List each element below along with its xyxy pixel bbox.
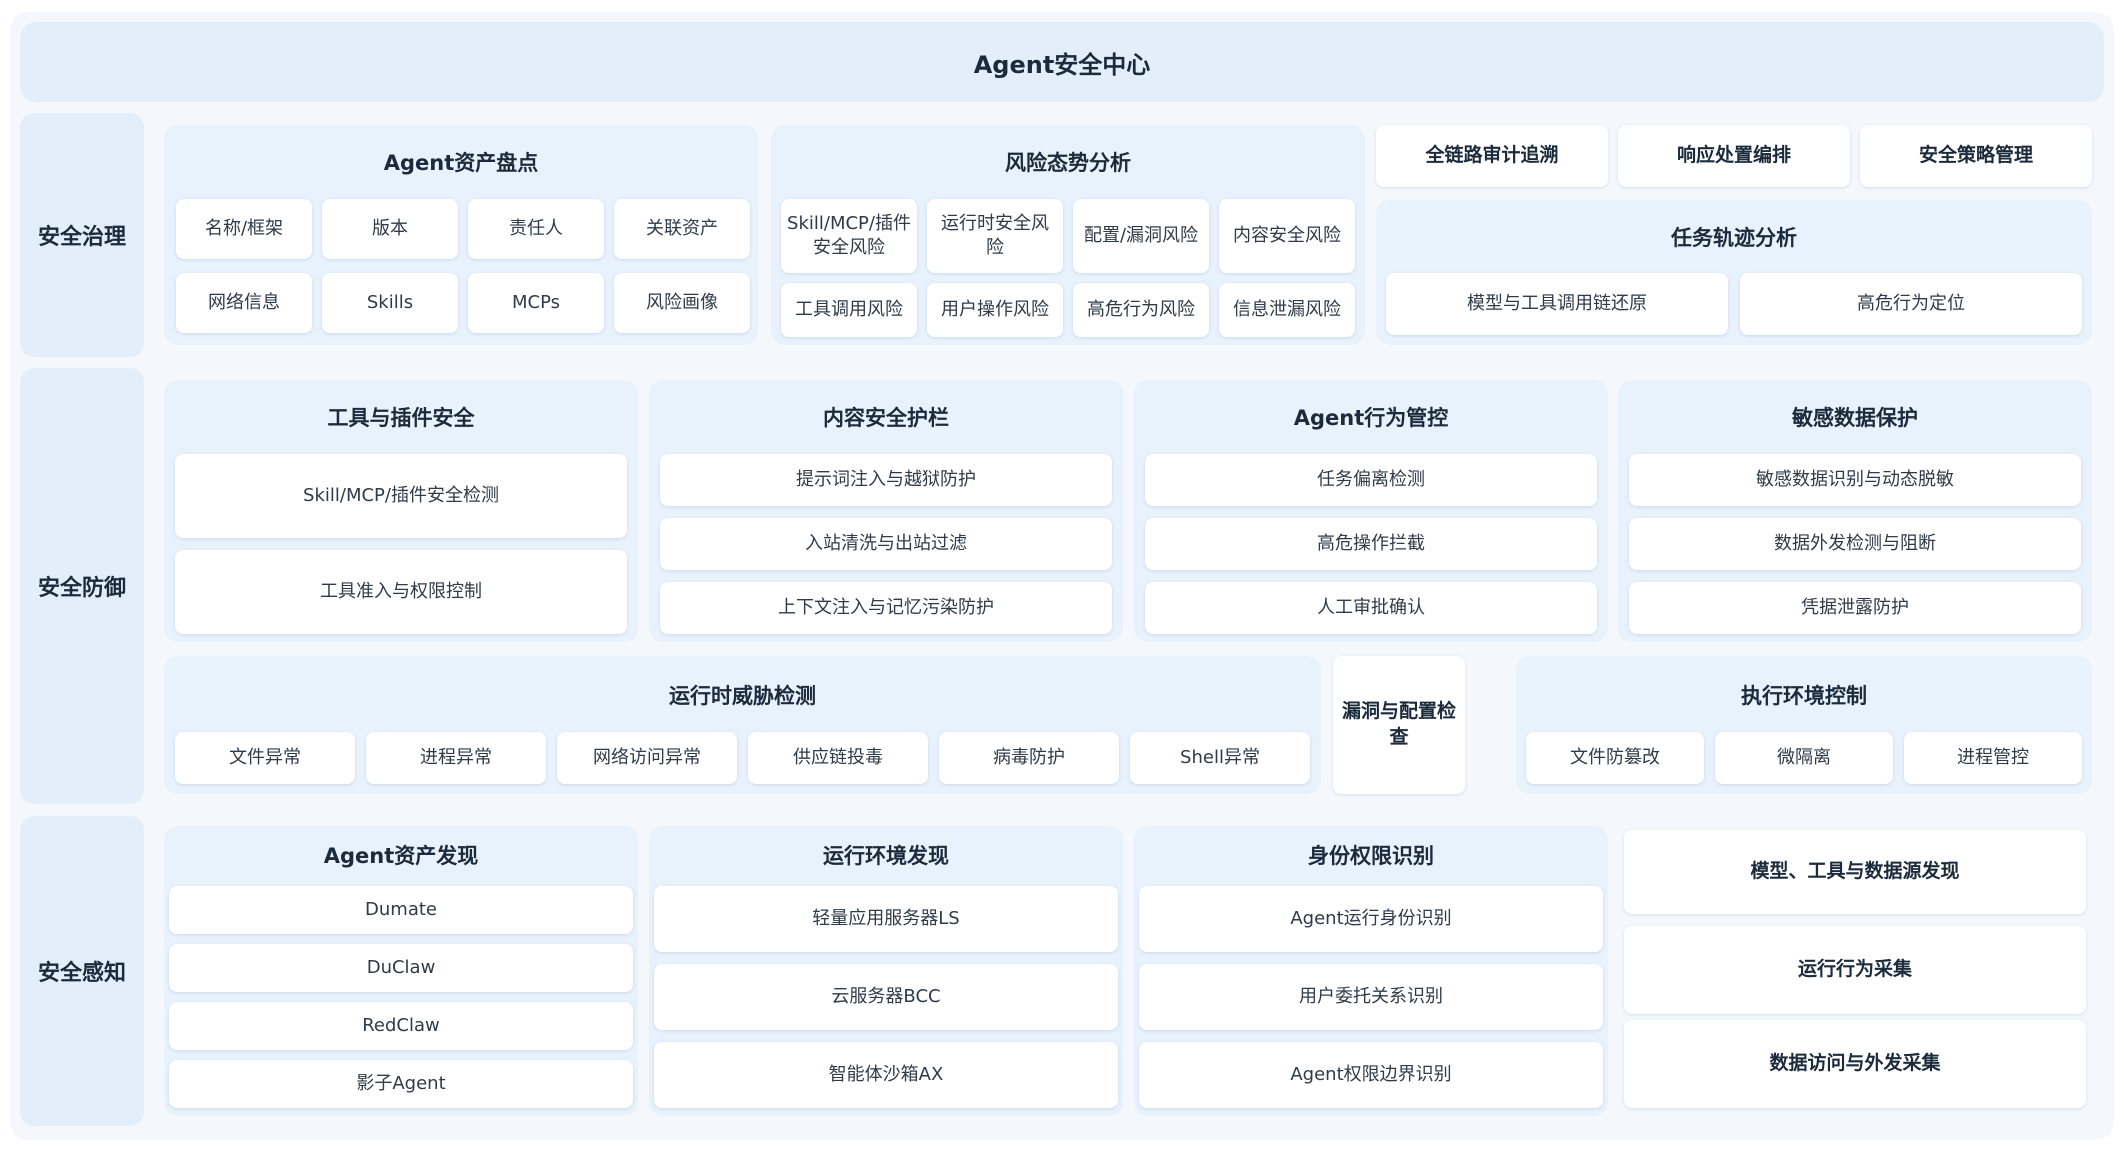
- tool-plugin-security-panel: 工具与插件安全 Skill/MCP/插件安全检测 工具准入与权限控制: [164, 380, 638, 642]
- behavior-item[interactable]: 高危操作拦截: [1145, 518, 1597, 570]
- asset-item[interactable]: Skills: [322, 273, 458, 333]
- runtime-behavior-collect-button[interactable]: 运行行为采集: [1624, 926, 2086, 1014]
- discovery-item[interactable]: Dumate: [169, 886, 633, 934]
- content-guard-item[interactable]: 入站清洗与出站过滤: [660, 518, 1112, 570]
- risk-item[interactable]: 高危行为风险: [1073, 283, 1209, 337]
- asset-discovery-panel: Agent资产发现 Dumate DuClaw RedClaw 影子Agent: [164, 826, 638, 1116]
- risk-item[interactable]: 配置/漏洞风险: [1073, 199, 1209, 273]
- env-discovery-panel: 运行环境发现 轻量应用服务器LS 云服务器BCC 智能体沙箱AX: [649, 826, 1123, 1116]
- asset-item[interactable]: 网络信息: [176, 273, 312, 333]
- behavior-control-panel: Agent行为管控 任务偏离检测 高危操作拦截 人工审批确认: [1134, 380, 1608, 642]
- policy-management-button[interactable]: 安全策略管理: [1860, 125, 2092, 187]
- sensitive-data-panel: 敏感数据保护 敏感数据识别与动态脱敏 数据外发检测与阻断 凭据泄露防护: [1618, 380, 2092, 642]
- audit-trace-button[interactable]: 全链路审计追溯: [1376, 125, 1608, 187]
- asset-discovery-title: Agent资产发现: [323, 844, 479, 868]
- runtime-threat-item[interactable]: 进程异常: [366, 732, 546, 784]
- risk-posture-panel: 风险态势分析 Skill/MCP/插件安全风险 运行时安全风险 配置/漏洞风险 …: [771, 125, 1365, 345]
- page-title: Agent安全中心: [20, 22, 2104, 102]
- identity-panel: 身份权限识别 Agent运行身份识别 用户委托关系识别 Agent权限边界识别: [1134, 826, 1608, 1116]
- runtime-threat-panel: 运行时威胁检测 文件异常 进程异常 网络访问异常 供应链投毒 病毒防护 Shel…: [164, 656, 1321, 794]
- task-trace-title: 任务轨迹分析: [1671, 226, 1797, 250]
- perception-label: 安全感知: [20, 816, 144, 1126]
- identity-item[interactable]: 用户委托关系识别: [1139, 964, 1603, 1030]
- runtime-threat-title: 运行时威胁检测: [669, 684, 816, 708]
- vuln-config-check-button[interactable]: 漏洞与配置检查: [1333, 656, 1465, 794]
- env-discovery-item[interactable]: 云服务器BCC: [654, 964, 1118, 1030]
- discovery-item[interactable]: RedClaw: [169, 1002, 633, 1050]
- identity-title: 身份权限识别: [1308, 844, 1434, 868]
- asset-item[interactable]: 名称/框架: [176, 199, 312, 259]
- exec-env-control-title: 执行环境控制: [1741, 684, 1867, 708]
- sensitive-item[interactable]: 数据外发检测与阻断: [1629, 518, 2081, 570]
- asset-item[interactable]: 版本: [322, 199, 458, 259]
- risk-item[interactable]: 运行时安全风险: [927, 199, 1063, 273]
- runtime-threat-item[interactable]: 网络访问异常: [557, 732, 737, 784]
- exec-env-item[interactable]: 文件防篡改: [1526, 732, 1704, 784]
- env-discovery-item[interactable]: 智能体沙箱AX: [654, 1042, 1118, 1108]
- task-trace-panel: 任务轨迹分析 模型与工具调用链还原 高危行为定位: [1376, 200, 2092, 345]
- data-access-egress-collect-button[interactable]: 数据访问与外发采集: [1624, 1020, 2086, 1108]
- defense-label: 安全防御: [20, 368, 144, 804]
- discovery-item[interactable]: 影子Agent: [169, 1060, 633, 1108]
- trace-item[interactable]: 模型与工具调用链还原: [1386, 273, 1728, 335]
- tool-security-item[interactable]: 工具准入与权限控制: [175, 550, 627, 634]
- risk-item[interactable]: Skill/MCP/插件安全风险: [781, 199, 917, 273]
- runtime-threat-item[interactable]: Shell异常: [1130, 732, 1310, 784]
- identity-item[interactable]: Agent运行身份识别: [1139, 886, 1603, 952]
- exec-env-item[interactable]: 进程管控: [1904, 732, 2082, 784]
- sensitive-data-title: 敏感数据保护: [1792, 406, 1918, 430]
- tool-security-item[interactable]: Skill/MCP/插件安全检测: [175, 454, 627, 538]
- content-guard-item[interactable]: 提示词注入与越狱防护: [660, 454, 1112, 506]
- runtime-threat-item[interactable]: 供应链投毒: [748, 732, 928, 784]
- exec-env-control-panel: 执行环境控制 文件防篡改 微隔离 进程管控: [1516, 656, 2092, 794]
- env-discovery-title: 运行环境发现: [823, 844, 949, 868]
- identity-item[interactable]: Agent权限边界识别: [1139, 1042, 1603, 1108]
- governance-label: 安全治理: [20, 113, 144, 357]
- asset-item[interactable]: 关联资产: [614, 199, 750, 259]
- env-discovery-item[interactable]: 轻量应用服务器LS: [654, 886, 1118, 952]
- behavior-control-title: Agent行为管控: [1293, 406, 1449, 430]
- sensitive-item[interactable]: 凭据泄露防护: [1629, 582, 2081, 634]
- behavior-item[interactable]: 人工审批确认: [1145, 582, 1597, 634]
- content-guardrail-panel: 内容安全护栏 提示词注入与越狱防护 入站清洗与出站过滤 上下文注入与记忆污染防护: [649, 380, 1123, 642]
- asset-item[interactable]: 风险画像: [614, 273, 750, 333]
- content-guard-item[interactable]: 上下文注入与记忆污染防护: [660, 582, 1112, 634]
- runtime-threat-item[interactable]: 病毒防护: [939, 732, 1119, 784]
- risk-item[interactable]: 信息泄漏风险: [1219, 283, 1355, 337]
- asset-item[interactable]: MCPs: [468, 273, 604, 333]
- response-orchestration-button[interactable]: 响应处置编排: [1618, 125, 1850, 187]
- risk-item[interactable]: 工具调用风险: [781, 283, 917, 337]
- tool-plugin-security-title: 工具与插件安全: [327, 406, 475, 430]
- risk-item[interactable]: 用户操作风险: [927, 283, 1063, 337]
- sensitive-item[interactable]: 敏感数据识别与动态脱敏: [1629, 454, 2081, 506]
- asset-inventory-panel: Agent资产盘点 名称/框架 版本 责任人 关联资产 网络信息 Skills …: [164, 125, 758, 345]
- behavior-item[interactable]: 任务偏离检测: [1145, 454, 1597, 506]
- runtime-threat-item[interactable]: 文件异常: [175, 732, 355, 784]
- asset-item[interactable]: 责任人: [468, 199, 604, 259]
- asset-inventory-title: Agent资产盘点: [383, 151, 539, 175]
- trace-item[interactable]: 高危行为定位: [1740, 273, 2082, 335]
- discovery-item[interactable]: DuClaw: [169, 944, 633, 992]
- content-guardrail-title: 内容安全护栏: [823, 406, 949, 430]
- risk-posture-title: 风险态势分析: [1005, 151, 1131, 175]
- risk-item[interactable]: 内容安全风险: [1219, 199, 1355, 273]
- model-tool-datasource-discovery-button[interactable]: 模型、工具与数据源发现: [1624, 830, 2086, 914]
- exec-env-item[interactable]: 微隔离: [1715, 732, 1893, 784]
